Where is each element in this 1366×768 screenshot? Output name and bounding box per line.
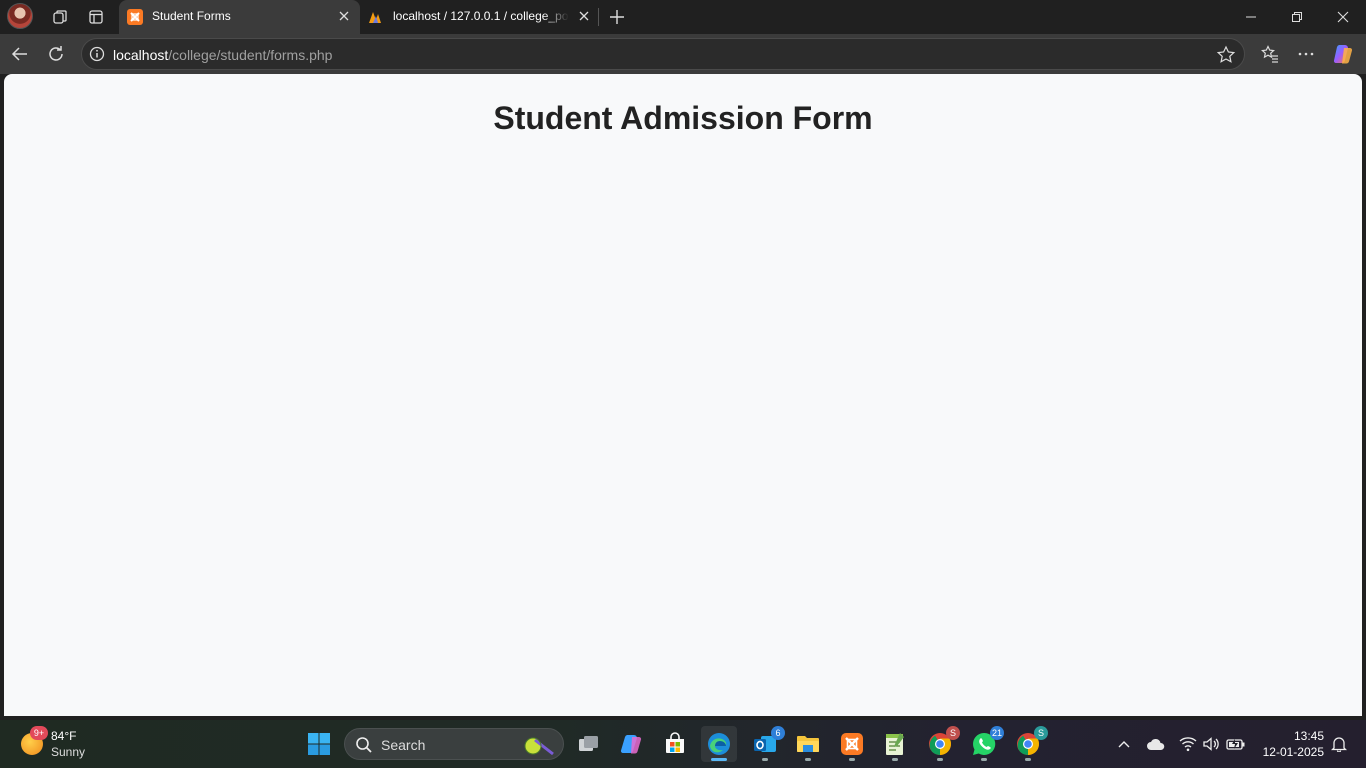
battery-button[interactable] [1226,734,1246,754]
chrome-button[interactable]: S [922,726,960,762]
favorites-icon [1261,45,1278,63]
more-dots-icon [1298,52,1314,56]
restore-button[interactable] [1274,0,1320,34]
wifi-button[interactable] [1178,734,1198,754]
windows-taskbar: 9+ 84°F Sunny Search 6 S 21 S 13:45 12-0… [0,720,1366,768]
weather-widget[interactable]: 9+ 84°F Sunny [18,726,128,762]
clock[interactable]: 13:45 12-01-2025 [1252,728,1324,760]
notepad-plus-plus-button[interactable] [877,726,913,762]
file-explorer-button[interactable] [790,726,826,762]
tab-separator [598,8,599,26]
refresh-icon [49,46,63,61]
folder-icon [797,736,819,752]
weather-description: Sunny [51,745,86,759]
notifications-button[interactable] [1329,734,1349,754]
edge-taskbar-button[interactable] [701,726,737,762]
plus-icon [610,10,624,24]
windows-logo-icon [308,733,330,755]
copilot-button[interactable] [1328,39,1358,69]
whatsapp-badge: 21 [989,726,1004,740]
copilot-icon [1333,45,1353,64]
search-icon [356,737,372,753]
close-icon [1337,11,1349,23]
speaker-icon [1203,737,1219,751]
minimize-icon [1246,16,1256,18]
task-view-button[interactable] [570,726,606,762]
back-arrow-icon [11,47,27,61]
whatsapp-button[interactable]: 21 [966,726,1004,762]
copilot-taskbar-button[interactable] [613,726,649,762]
chevron-up-icon [1118,741,1130,748]
back-button[interactable] [5,39,35,69]
copilot-icon [620,735,642,754]
tab-title: Student Forms [152,9,231,23]
outlook-button[interactable]: 6 [747,726,785,762]
xampp-favicon-icon [127,9,143,25]
chrome-profile-2-button[interactable]: S [1010,726,1048,762]
running-indicator [981,758,987,761]
battery-charging-icon [1226,739,1245,750]
volume-button[interactable] [1201,734,1221,754]
url-text[interactable]: localhost/college/student/forms.php [113,47,332,63]
url-host: localhost [113,47,169,63]
clock-date: 12-01-2025 [1262,745,1324,759]
profile-avatar[interactable] [7,3,33,29]
running-indicator [937,758,943,761]
xampp-button[interactable] [834,726,870,762]
settings-more-button[interactable] [1291,39,1321,69]
close-tab-icon[interactable] [336,8,352,24]
chrome-profile-badge: S [1034,726,1048,740]
weather-badge: 9+ [30,726,48,740]
favorite-star-icon[interactable] [1216,45,1236,65]
site-info-icon[interactable] [89,46,105,62]
start-button[interactable] [301,726,337,762]
favorites-button[interactable] [1255,39,1285,69]
close-window-button[interactable] [1320,0,1366,34]
search-highlight-icon [524,737,554,756]
tab-strip: Student Forms localhost / 127.0.0.1 / co… [0,0,1366,34]
outlook-badge: 6 [771,726,785,740]
tab-phpmyadmin[interactable]: localhost / 127.0.0.1 / college_portal [360,0,600,34]
clock-time: 13:45 [1293,729,1324,743]
store-icon [666,732,684,753]
search-label: Search [381,737,426,753]
xampp-icon [841,733,863,755]
address-bar[interactable]: localhost/college/student/forms.php [81,38,1245,70]
running-indicator [1025,758,1031,761]
task-view-icon [579,736,598,751]
url-path: /college/student/forms.php [168,47,333,63]
new-tab-button[interactable] [604,4,630,30]
tab-student-forms[interactable]: Student Forms [119,0,360,34]
notepad-icon [886,733,904,755]
minimize-button[interactable] [1228,0,1274,34]
tab-actions-icon[interactable] [82,4,110,30]
edge-icon [708,733,730,755]
phpmyadmin-favicon-icon [369,12,381,23]
page-title: Student Admission Form [493,100,873,136]
running-indicator [892,758,898,761]
bell-icon [1331,737,1347,752]
wifi-icon [1179,737,1197,752]
onedrive-button[interactable] [1146,734,1166,754]
running-indicator [805,758,811,761]
workspaces-icon[interactable] [46,4,74,30]
microsoft-store-button[interactable] [657,726,693,762]
active-indicator [711,758,727,761]
refresh-button[interactable] [41,39,71,69]
running-indicator [762,758,768,761]
page-viewport: Student Admission Form [4,74,1362,716]
show-hidden-icons-button[interactable] [1114,734,1134,754]
chrome-profile-badge: S [946,726,960,740]
browser-toolbar: localhost/college/student/forms.php [0,34,1366,74]
taskbar-search[interactable]: Search [344,728,564,760]
cloud-icon [1147,738,1165,750]
tab-title: localhost / 127.0.0.1 / college_portal [393,9,569,23]
weather-temperature: 84°F [51,729,77,743]
close-tab-icon[interactable] [576,8,592,24]
running-indicator [849,758,855,761]
restore-icon [1292,12,1302,22]
